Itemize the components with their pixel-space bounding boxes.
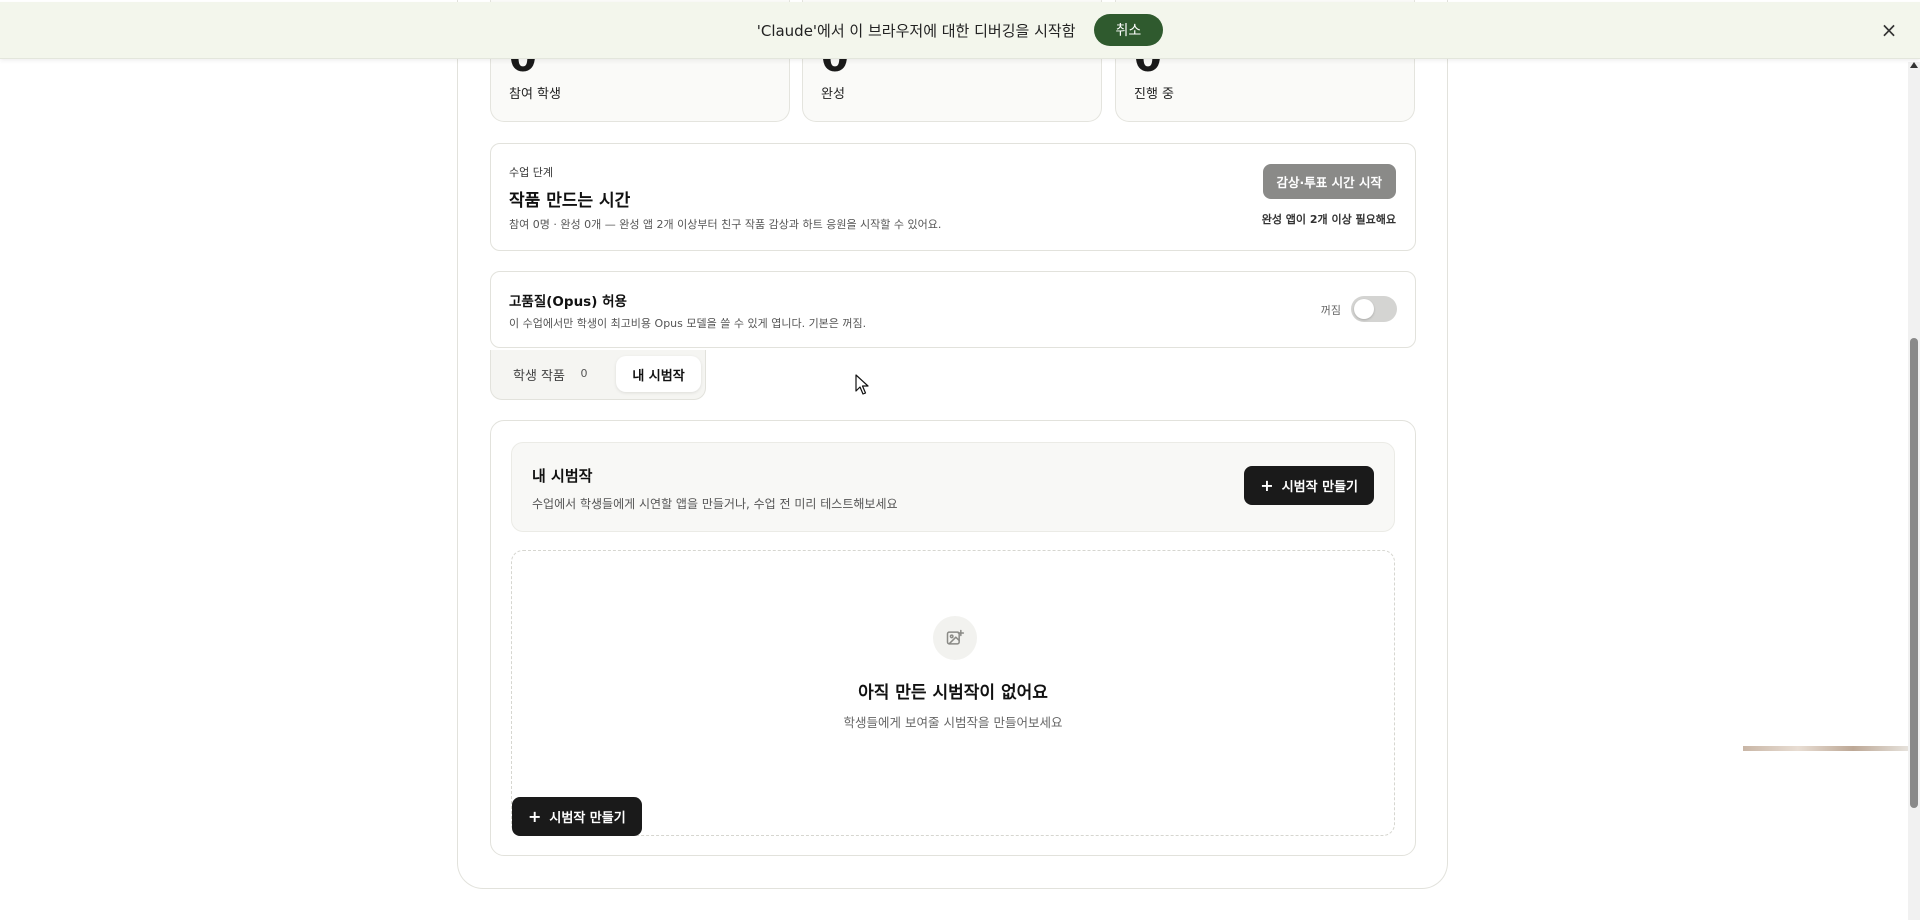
- my-demos-header: 내 시범작 수업에서 학생들에게 시연할 앱을 만들거나, 수업 전 미리 테스…: [511, 442, 1395, 532]
- empty-state-description: 학생들에게 보여줄 시범작을 만들어보세요: [843, 715, 1063, 730]
- my-demos-section: 내 시범작 수업에서 학생들에게 시연할 앱을 만들거나, 수업 전 미리 테스…: [490, 420, 1416, 856]
- class-phase-card: 수업 단계 작품 만드는 시간 참여 0명 · 완성 0개 — 완성 앱 2개 …: [490, 143, 1416, 251]
- stat-label: 참여 학생: [509, 87, 561, 102]
- opus-description: 이 수업에서만 학생이 최고비용 Opus 모델을 쓸 수 있게 엽니다. 기본…: [509, 317, 867, 330]
- phase-label: 수업 단계: [509, 166, 553, 179]
- opus-toggle[interactable]: [1351, 296, 1397, 322]
- toggle-knob: [1354, 299, 1374, 319]
- tab-student-works[interactable]: 학생 작품: [513, 365, 565, 384]
- my-demos-title: 내 시범작: [532, 467, 593, 485]
- close-icon[interactable]: ×: [1878, 18, 1900, 42]
- opus-setting-card: 고품질(Opus) 허용 이 수업에서만 학생이 최고비용 Opus 모델을 쓸…: [490, 271, 1416, 348]
- empty-state: 아직 만든 시범작이 없어요 학생들에게 보여줄 시범작을 만들어보세요 + 시…: [511, 550, 1395, 836]
- phase-title: 작품 만드는 시간: [509, 191, 631, 211]
- plus-icon: +: [528, 806, 542, 826]
- plus-icon: +: [1260, 475, 1274, 495]
- work-tabs: 학생 작품 0 내 시범작: [490, 350, 706, 400]
- create-demo-button[interactable]: + 시범작 만들기: [1244, 466, 1374, 505]
- page-scrollbar[interactable]: [1908, 62, 1920, 920]
- debug-message: 'Claude'에서 이 브라우저에 대한 디버깅을 시작함: [756, 21, 1076, 40]
- mouse-cursor-icon: [855, 374, 869, 395]
- stat-label: 완성: [821, 87, 845, 102]
- phase-requirement-note: 완성 앱이 2개 이상 필요해요: [1261, 213, 1396, 226]
- stat-label: 진행 중: [1134, 87, 1175, 102]
- scrollbar-thumb[interactable]: [1910, 338, 1918, 808]
- my-demos-description: 수업에서 학생들에게 시연할 앱을 만들거나, 수업 전 미리 테스트해보세요: [532, 497, 898, 511]
- empty-state-title: 아직 만든 시범작이 없어요: [858, 683, 1048, 703]
- phase-description: 참여 0명 · 완성 0개 — 완성 앱 2개 이상부터 친구 작품 감상과 하…: [509, 218, 942, 231]
- create-demo-label: 시범작 만들기: [549, 811, 626, 826]
- student-works-count-badge: 0: [580, 366, 588, 380]
- scroll-up-arrow-icon[interactable]: [1910, 62, 1918, 68]
- page: 'Claude'에서 이 브라우저에 대한 디버깅을 시작함 취소 × 0 참여…: [0, 0, 1920, 920]
- create-demo-button-empty[interactable]: + 시범작 만들기: [512, 797, 642, 836]
- partial-image-edge: [1743, 746, 1908, 751]
- opus-state-label: 꺼짐: [1320, 304, 1341, 317]
- tab-my-demos[interactable]: 내 시범작: [616, 356, 701, 392]
- start-review-vote-button[interactable]: 감상·투표 시간 시작: [1262, 164, 1396, 199]
- debug-banner: 'Claude'에서 이 브라우저에 대한 디버깅을 시작함 취소 ×: [0, 2, 1920, 59]
- image-plus-icon: [933, 616, 977, 660]
- debug-cancel-button[interactable]: 취소: [1093, 14, 1164, 46]
- create-demo-label: 시범작 만들기: [1281, 480, 1358, 495]
- opus-title: 고품질(Opus) 허용: [509, 294, 627, 310]
